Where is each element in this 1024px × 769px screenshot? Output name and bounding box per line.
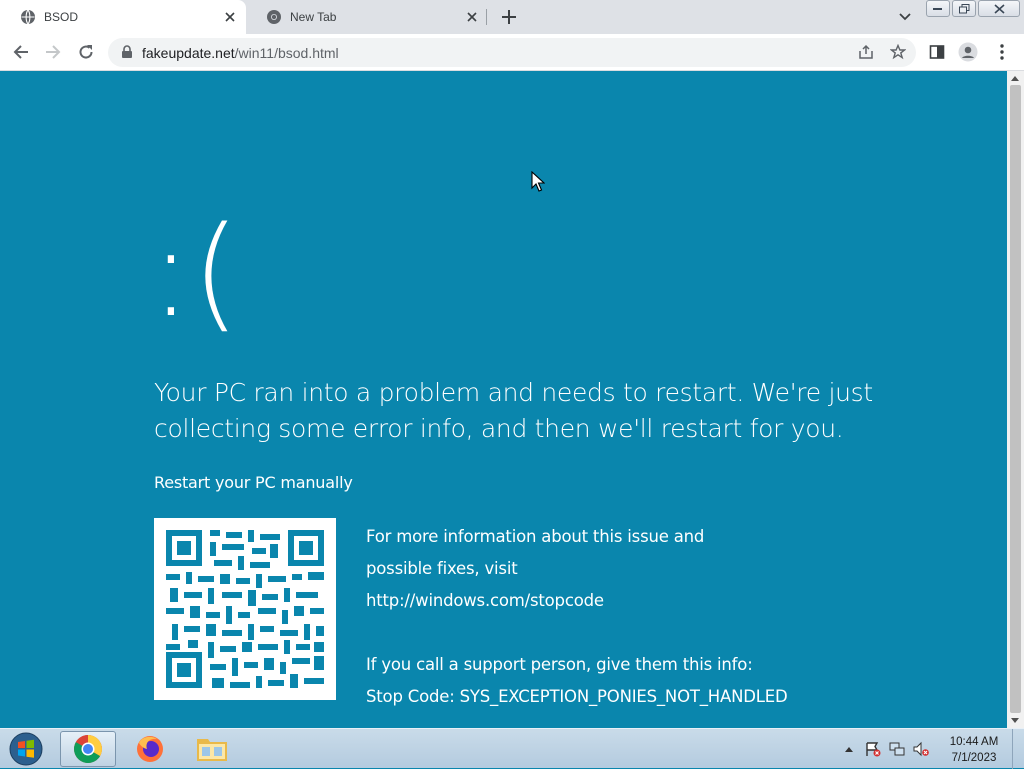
info-line: If you call a support person, give them … [366, 655, 753, 674]
system-tray [840, 729, 936, 769]
close-tab-icon[interactable] [462, 7, 482, 27]
chrome-icon [74, 735, 102, 763]
page-viewport: :( Your PC ran into a problem and needs … [0, 71, 1007, 728]
side-panel-icon [929, 45, 945, 59]
browser-toolbar: fakeupdate.net/win11/bsod.html [0, 34, 1024, 71]
chrome-icon [267, 10, 281, 24]
tab-separator [486, 9, 487, 25]
tab-bsod[interactable]: BSOD [0, 0, 246, 34]
star-icon [890, 44, 906, 60]
qr-code [154, 518, 336, 700]
globe-icon [21, 9, 35, 25]
minimize-button[interactable] [926, 0, 950, 17]
tab-strip: BSOD New Tab [0, 0, 1024, 34]
avatar-icon [958, 42, 978, 62]
forward-button[interactable] [43, 42, 63, 62]
firefox-icon [137, 736, 163, 762]
mouse-cursor-icon [531, 171, 545, 192]
file-explorer-icon [197, 739, 227, 761]
taskbar: 10:44 AM 7/1/2023 [0, 728, 1024, 769]
arrow-left-icon [13, 45, 28, 59]
chevron-up-icon [845, 747, 853, 752]
bookmark-button[interactable] [888, 42, 908, 62]
share-icon [859, 44, 873, 59]
close-window-button[interactable] [978, 0, 1020, 17]
qr-code-icon [166, 530, 324, 688]
vertical-scrollbar[interactable] [1007, 71, 1024, 728]
volume-muted-icon[interactable] [912, 740, 930, 758]
lock-icon[interactable] [120, 45, 134, 59]
url-text[interactable]: fakeupdate.net/win11/bsod.html [142, 45, 339, 61]
show-desktop-button[interactable] [1012, 729, 1024, 769]
window-controls [926, 0, 1022, 18]
sad-face: :( [150, 201, 241, 345]
taskbar-chrome[interactable] [60, 731, 116, 767]
restore-icon [958, 3, 969, 13]
restore-button[interactable] [952, 0, 976, 17]
tab-title: New Tab [290, 10, 337, 24]
stop-code-info: For more information about this issue an… [366, 521, 788, 713]
address-bar[interactable]: fakeupdate.net/win11/bsod.html [108, 38, 916, 67]
tab-search-button[interactable] [895, 7, 915, 27]
tab-title: BSOD [44, 10, 79, 24]
stop-code: Stop Code: SYS_EXCEPTION_PONIES_NOT_HAND… [366, 687, 788, 706]
chevron-down-icon [899, 13, 911, 21]
info-line: possible fixes, visit [366, 559, 518, 578]
kebab-menu-icon [1000, 44, 1004, 60]
network-icon[interactable] [888, 740, 906, 758]
restart-manually-text: Restart your PC manually [154, 473, 353, 492]
clock-date: 7/1/2023 [951, 752, 997, 764]
close-tab-icon[interactable] [220, 7, 240, 27]
error-headline: Your PC ran into a problem and needs to … [154, 378, 873, 443]
scrollbar-thumb[interactable] [1010, 85, 1021, 713]
menu-button[interactable] [992, 42, 1012, 62]
url-host: fakeupdate.net [142, 45, 235, 61]
url-path: /win11/bsod.html [234, 45, 339, 61]
info-line: For more information about this issue an… [366, 527, 705, 546]
plus-icon [502, 10, 516, 24]
back-button[interactable] [11, 42, 31, 62]
close-icon [993, 3, 1005, 14]
arrow-right-icon [46, 45, 61, 59]
profile-button[interactable] [958, 42, 978, 62]
new-tab-button[interactable] [498, 6, 520, 28]
reload-button[interactable] [76, 42, 96, 62]
action-center-icon[interactable] [864, 740, 882, 758]
scroll-up-icon[interactable] [1011, 76, 1019, 81]
start-button[interactable] [6, 731, 46, 767]
side-panel-button[interactable] [927, 42, 947, 62]
tab-new-tab[interactable]: New Tab [246, 0, 488, 34]
minimize-icon [933, 7, 942, 10]
share-button[interactable] [856, 42, 876, 62]
taskbar-file-explorer[interactable] [184, 731, 240, 767]
show-hidden-icons-button[interactable] [840, 740, 858, 758]
scroll-down-icon[interactable] [1011, 718, 1019, 723]
taskbar-clock[interactable]: 10:44 AM 7/1/2023 [940, 734, 1008, 766]
stopcode-url: http://windows.com/stopcode [366, 591, 604, 610]
taskbar-firefox[interactable] [122, 731, 178, 767]
reload-icon [79, 45, 93, 59]
clock-time: 10:44 AM [949, 736, 999, 748]
windows-start-icon [9, 732, 43, 766]
